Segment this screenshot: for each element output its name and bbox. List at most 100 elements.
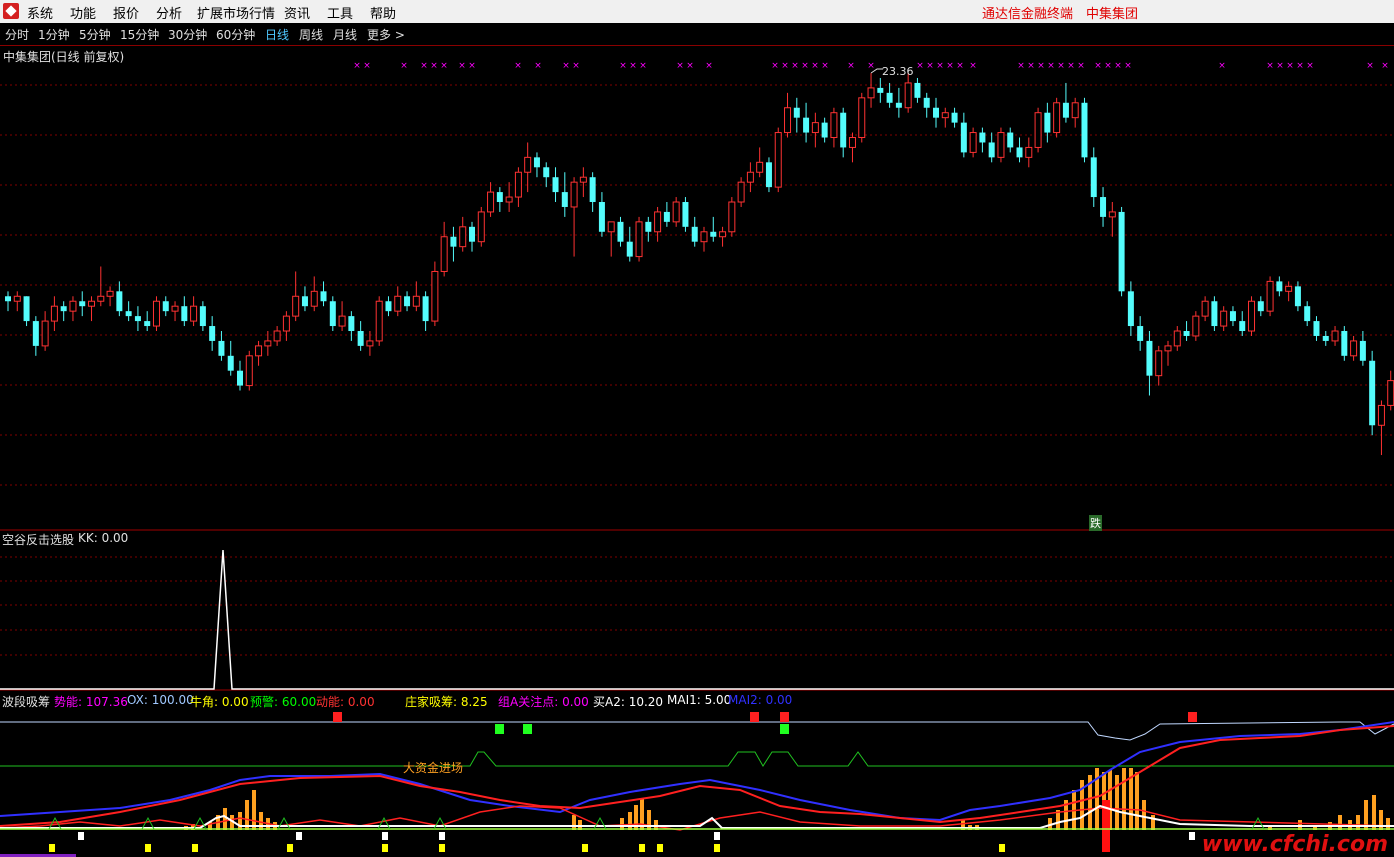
- candle-body: [579, 176, 587, 183]
- candle-body: [1229, 311, 1236, 322]
- candle-body: [1173, 330, 1181, 347]
- x-marker: ×: [619, 61, 627, 71]
- x-marker: ×: [572, 61, 580, 71]
- panel3-plot: [0, 712, 1394, 857]
- x-marker: ×: [430, 61, 438, 71]
- volume-bar: [628, 812, 632, 830]
- peak-marker: [1251, 816, 1265, 830]
- chart-canvas[interactable]: × × × × × × × × × × × × × × × × × × × × × × × × × × × × × × × × × × × × × × × ×…: [0, 0, 1394, 857]
- candle-body: [366, 340, 374, 347]
- candle-body: [431, 270, 439, 322]
- x-marker: ×: [1114, 61, 1122, 71]
- candle-body: [1025, 146, 1033, 158]
- square-marker: [296, 832, 302, 840]
- candle-body: [737, 181, 745, 203]
- candle-body: [1239, 321, 1246, 332]
- x-marker: ×: [1057, 61, 1065, 71]
- candle-body: [561, 192, 568, 207]
- x-marker: ×: [791, 61, 799, 71]
- candle-body: [746, 171, 754, 183]
- x-marker: ×: [1047, 61, 1055, 71]
- x-marker: ×: [534, 61, 542, 71]
- candle-body: [1322, 335, 1329, 341]
- peak-marker: [277, 816, 291, 830]
- panel2-title: 空谷反击选股: [2, 533, 75, 547]
- candle-body: [134, 316, 141, 322]
- candle-body: [552, 177, 559, 193]
- square-marker: [382, 844, 388, 852]
- candle-body: [979, 132, 986, 143]
- candle-body: [598, 202, 605, 232]
- x-marker: ×: [629, 61, 637, 71]
- x-marker: ×: [705, 61, 713, 71]
- candle-body: [1007, 132, 1014, 148]
- warning-line: [0, 751, 1394, 767]
- candle-body: [1359, 340, 1366, 361]
- candle-body: [1276, 281, 1283, 292]
- candle-body: [774, 132, 782, 188]
- indicator-dongneng: 动能: 0.00: [316, 695, 375, 709]
- candle-body: [1211, 301, 1218, 327]
- x-marker: ×: [1366, 61, 1374, 71]
- candle-body: [1387, 380, 1394, 406]
- candle-body: [1164, 345, 1172, 352]
- x-marker: ×: [867, 61, 875, 71]
- x-marker: ×: [1276, 61, 1284, 71]
- square-marker: [439, 832, 445, 840]
- candle-body: [589, 177, 596, 203]
- candle-body: [181, 306, 188, 322]
- candle-body: [1257, 301, 1264, 312]
- candle-body: [1350, 340, 1358, 357]
- signal-box: [495, 724, 504, 734]
- candle-body: [69, 300, 77, 312]
- candle-body: [273, 330, 281, 342]
- candle-body: [840, 112, 847, 148]
- candle-body: [811, 122, 819, 134]
- x-marker: ×: [771, 61, 779, 71]
- candle-body: [50, 305, 58, 322]
- x-marker: ×: [1067, 61, 1075, 71]
- square-marker: [657, 844, 663, 852]
- candle-body: [209, 326, 216, 341]
- candle-body: [933, 107, 939, 118]
- main-chart-title: 中集集团(日线 前复权): [3, 50, 125, 64]
- ox-line: [0, 721, 1394, 741]
- candle-body: [1220, 310, 1228, 327]
- candle-body: [543, 167, 550, 178]
- candle-body: [904, 82, 912, 109]
- candle-body: [1192, 315, 1200, 337]
- volume-bar: [238, 812, 242, 830]
- x-marker: ×: [916, 61, 924, 71]
- candle-body: [1044, 112, 1051, 133]
- main-chart-grid: [0, 84, 1394, 691]
- candle-body: [570, 181, 578, 208]
- candle-body: [218, 340, 225, 356]
- candle-body: [691, 226, 698, 242]
- volume-bar: [1338, 815, 1342, 830]
- candle-body: [1100, 197, 1107, 217]
- candle-body: [97, 295, 105, 302]
- indicator-mai2: MAI2: 0.00: [728, 693, 793, 707]
- candle-body: [1071, 102, 1079, 119]
- volume-bar: [572, 815, 576, 830]
- candle-body: [1331, 330, 1339, 342]
- square-marker: [439, 844, 445, 852]
- candle-body: [1118, 211, 1125, 292]
- candle-body: [469, 226, 475, 242]
- x-marker: ×: [956, 61, 964, 71]
- candle-body: [144, 321, 151, 327]
- candle-body: [830, 112, 838, 139]
- candle-body: [960, 122, 967, 153]
- candle-body: [1034, 112, 1042, 148]
- candle-body: [329, 301, 336, 327]
- watermark: www.cfchi.com: [1201, 832, 1388, 857]
- x-marker: ×: [1218, 61, 1226, 71]
- candle-body: [719, 231, 727, 238]
- candle-body: [237, 370, 243, 386]
- candle-body: [320, 291, 327, 302]
- candle-body: [440, 236, 448, 272]
- square-marker: [287, 844, 293, 852]
- indicator-mai1: MAI1: 5.00: [667, 693, 732, 707]
- x-marker: ×: [1286, 61, 1294, 71]
- candle-body: [152, 300, 160, 327]
